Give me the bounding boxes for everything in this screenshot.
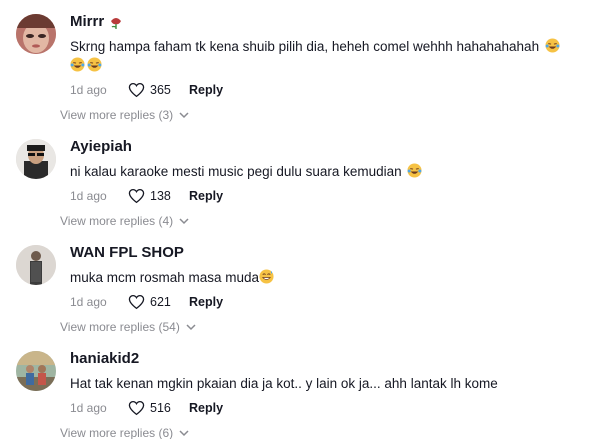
comment-text: Skrng hampa faham tk kena shuib pilih di… <box>70 37 580 75</box>
laughing-emoji-icon <box>407 163 422 178</box>
comment-text-content: Hat tak kenan mgkin pkaian dia ja kot.. … <box>70 376 498 391</box>
like-count: 516 <box>150 401 171 415</box>
comment-text: Hat tak kenan mgkin pkaian dia ja kot.. … <box>70 374 580 393</box>
username-text: Mirrr <box>70 13 105 30</box>
comment-username[interactable]: Mirrr <box>70 13 580 31</box>
comment-meta: 1d ago 516 Reply <box>70 399 580 417</box>
comment-username[interactable]: WAN FPL SHOP <box>70 244 580 262</box>
comment-text-content: muka mcm rosmah masa muda <box>70 270 260 285</box>
heart-outline-icon <box>128 400 145 416</box>
comment-text: ni kalau karaoke mesti music pegi dulu s… <box>70 162 580 181</box>
chevron-down-icon <box>186 324 196 331</box>
username-text: Ayiepiah <box>70 138 132 155</box>
avatar[interactable] <box>16 14 56 54</box>
like-button[interactable]: 621 <box>128 294 189 310</box>
chevron-down-icon <box>179 218 189 225</box>
view-more-replies[interactable]: View more replies (3) <box>60 108 189 122</box>
like-count: 138 <box>150 189 171 203</box>
comment-time: 1d ago <box>70 189 107 203</box>
like-button[interactable]: 365 <box>128 82 189 98</box>
view-more-label: View more replies (6) <box>60 426 174 439</box>
username-text: WAN FPL SHOP <box>70 244 184 261</box>
view-more-replies[interactable]: View more replies (4) <box>60 214 189 228</box>
comment-time: 1d ago <box>70 83 107 97</box>
laughing-emoji-icon <box>545 38 560 53</box>
comment-text-content: Skrng hampa faham tk kena shuib pilih di… <box>70 39 540 54</box>
laughing-emoji-icon <box>70 57 85 72</box>
heart-outline-icon <box>128 294 145 310</box>
avatar[interactable] <box>16 351 56 391</box>
comment-username[interactable]: Ayiepiah <box>70 138 580 156</box>
laughing-emoji-icon <box>87 57 102 72</box>
grinning-sweat-emoji-icon <box>259 269 274 284</box>
comment-meta: 1d ago 138 Reply <box>70 187 580 205</box>
chevron-down-icon <box>179 430 189 437</box>
heart-outline-icon <box>128 188 145 204</box>
reply-button[interactable]: Reply <box>189 189 223 203</box>
comment-text: muka mcm rosmah masa muda <box>70 268 580 287</box>
view-more-label: View more replies (4) <box>60 214 174 228</box>
avatar[interactable] <box>16 245 56 285</box>
like-button[interactable]: 138 <box>128 188 189 204</box>
view-more-replies[interactable]: View more replies (6) <box>60 426 189 439</box>
reply-button[interactable]: Reply <box>189 295 223 309</box>
comment-text-content: ni kalau karaoke mesti music pegi dulu s… <box>70 164 402 179</box>
like-count: 365 <box>150 83 171 97</box>
view-more-label: View more replies (3) <box>60 108 174 122</box>
view-more-label: View more replies (54) <box>60 320 180 334</box>
username-text: haniakid2 <box>70 350 140 367</box>
view-more-replies[interactable]: View more replies (54) <box>60 320 196 334</box>
rose-emoji-icon <box>111 18 122 29</box>
comment-username[interactable]: haniakid2 <box>70 350 580 368</box>
like-count: 621 <box>150 295 171 309</box>
reply-button[interactable]: Reply <box>189 83 223 97</box>
comment-time: 1d ago <box>70 295 107 309</box>
avatar[interactable] <box>16 139 56 179</box>
like-button[interactable]: 516 <box>128 400 189 416</box>
comment-time: 1d ago <box>70 401 107 415</box>
chevron-down-icon <box>179 112 189 119</box>
reply-button[interactable]: Reply <box>189 401 223 415</box>
comment-meta: 1d ago 621 Reply <box>70 293 580 311</box>
heart-outline-icon <box>128 82 145 98</box>
comment-meta: 1d ago 365 Reply <box>70 81 580 99</box>
